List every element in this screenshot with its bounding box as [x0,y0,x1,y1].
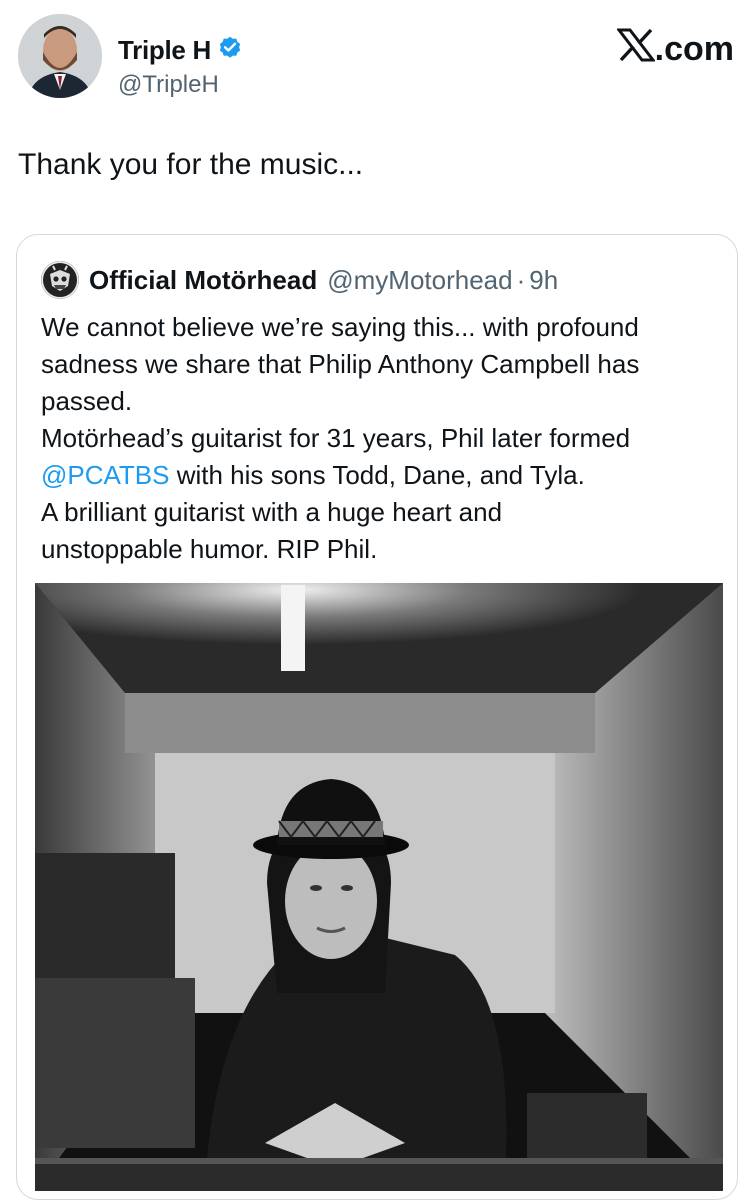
x-logo-icon [615,28,656,71]
mention-link[interactable]: @PCATBS [41,460,170,490]
quoted-author-handle[interactable]: @myMotorhead [327,265,512,296]
quoted-text-line: passed. [41,386,133,416]
author-handle[interactable]: @TripleH [118,71,243,99]
quoted-author-name[interactable]: Official Motörhead [89,265,317,296]
x-com-watermark: .com [615,28,734,71]
quoted-text-line: unstoppable humor. RIP Phil. [41,534,378,564]
mention-suffix: with his sons Todd, Dane, and Tyla. [169,460,585,490]
quoted-tweet-text: We cannot believe we’re saying this... w… [41,309,721,568]
quoted-text-line: A brilliant guitarist with a huge heart … [41,497,503,527]
author-avatar[interactable] [18,14,102,98]
quoted-author-avatar[interactable] [41,261,79,299]
quoted-text-line: We cannot believe we’re saying this... w… [41,312,639,342]
verified-badge-icon [217,34,243,67]
quoted-text-line: Motörhead’s guitarist for 31 years, Phil… [41,423,631,453]
author-name-row[interactable]: Triple H [118,34,243,67]
author-display-name[interactable]: Triple H [118,35,211,66]
quoted-text-line-with-mention: @PCATBS with his sons Todd, Dane, and Ty… [41,457,721,494]
quoted-tweet-card[interactable]: Official Motörhead @myMotorhead · 9h We ca… [16,234,738,1200]
tweet-header: Triple H @TripleH .com [18,14,738,104]
quoted-text-line: sadness we share that Philip Anthony Cam… [41,349,640,379]
quoted-tweet-header: Official Motörhead @myMotorhead · 9h [41,261,558,299]
quoted-timestamp[interactable]: 9h [529,265,558,296]
attached-photo[interactable] [35,583,723,1191]
tweet-text: Thank you for the music... [18,148,364,181]
x-com-label: .com [654,30,734,68]
dot-separator: · [516,264,526,295]
